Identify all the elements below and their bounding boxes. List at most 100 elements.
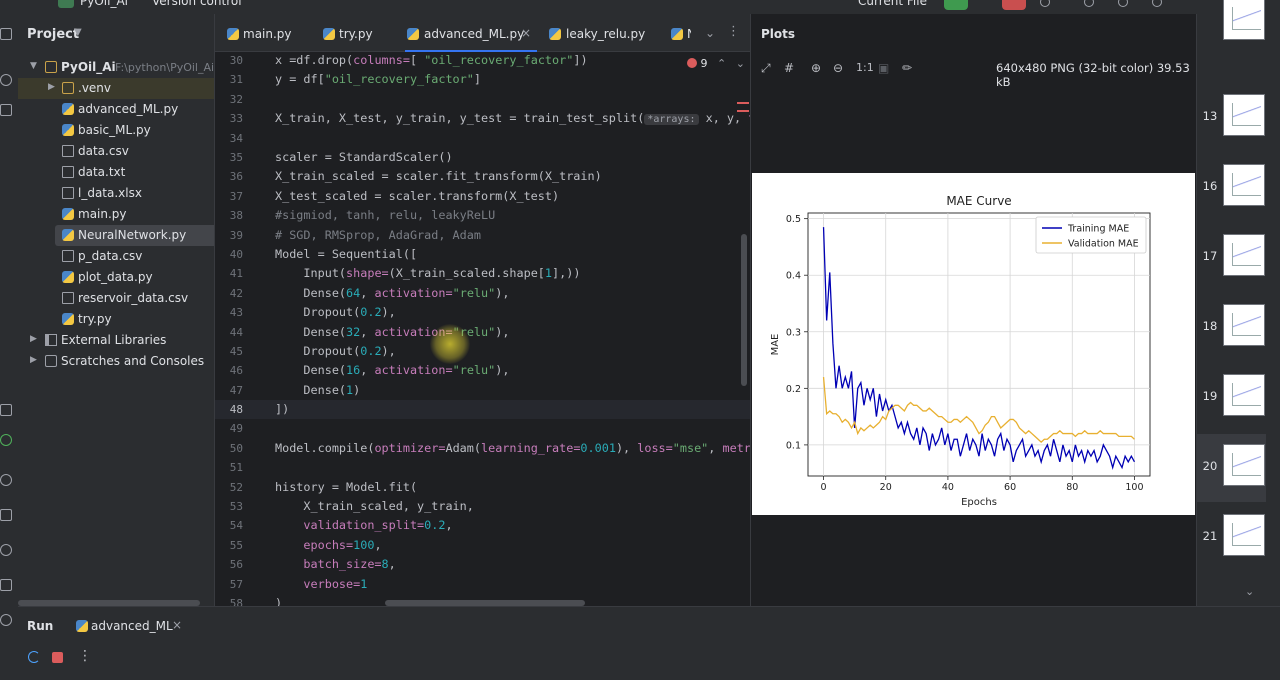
problems-icon[interactable] bbox=[0, 544, 12, 556]
more-actions-icon[interactable]: ⋮ bbox=[78, 648, 92, 664]
code-line[interactable]: X_test_scaled = scaler.transform(X_test) bbox=[275, 189, 559, 203]
tree-item-external-libraries[interactable]: ▶ External Libraries bbox=[18, 330, 214, 351]
more-actions-icon[interactable]: ⋮ bbox=[727, 24, 740, 39]
stop-icon[interactable] bbox=[52, 652, 63, 663]
chevron-down-icon[interactable]: ⌄ bbox=[705, 26, 715, 40]
code-line[interactable]: epochs=100, bbox=[275, 538, 381, 552]
color-picker-icon[interactable]: ✏ bbox=[902, 61, 912, 75]
code-line[interactable]: Input(shape=(X_train_scaled.shape[1],)) bbox=[275, 266, 580, 280]
chevron-right-icon[interactable]: ▶ bbox=[30, 355, 37, 365]
code-line[interactable]: history = Model.fit( bbox=[275, 480, 417, 494]
rerun-icon[interactable] bbox=[28, 651, 40, 663]
git-icon[interactable] bbox=[0, 614, 12, 626]
run-config-selector[interactable]: Current File bbox=[858, 0, 927, 8]
code-line[interactable]: Dropout(0.2), bbox=[275, 344, 395, 358]
chevron-down-icon[interactable]: ⌄ bbox=[736, 57, 745, 70]
project-logo-icon bbox=[58, 0, 74, 8]
code-line[interactable]: y = df["oil_recovery_factor"] bbox=[275, 72, 481, 86]
search-icon[interactable] bbox=[1118, 0, 1128, 7]
chevron-down-icon[interactable]: ⌄ bbox=[1245, 585, 1254, 598]
tree-item-scratches[interactable]: ▶ Scratches and Consoles bbox=[18, 351, 214, 372]
plot-thumbnail-selected[interactable]: 20 bbox=[1197, 434, 1267, 502]
code-line[interactable]: X_train, X_test, y_train, y_test = train… bbox=[275, 111, 777, 125]
project-switcher[interactable]: PyOil_Ai bbox=[80, 0, 128, 8]
tab-advanced-ml-py[interactable]: advanced_ML.py × bbox=[405, 14, 537, 52]
plot-thumbnail[interactable] bbox=[1197, 0, 1267, 56]
inspection-widget[interactable]: 9 ⌃ ⌄ bbox=[687, 57, 745, 70]
y-tick-label: 0.1 bbox=[786, 440, 801, 451]
tree-item[interactable]: main.py bbox=[18, 204, 214, 225]
zoom-out-icon[interactable]: ⊖ bbox=[833, 61, 843, 75]
code-line[interactable]: Dropout(0.2), bbox=[275, 305, 395, 319]
plot-thumbnail[interactable]: 19 bbox=[1197, 364, 1267, 432]
plot-thumbnail[interactable]: 13 bbox=[1197, 84, 1267, 152]
tab-try-py[interactable]: try.py bbox=[323, 14, 393, 52]
zoom-in-icon[interactable]: ⊕ bbox=[811, 61, 821, 75]
code-line[interactable]: scaler = StandardScaler() bbox=[275, 150, 453, 164]
code-line[interactable]: Dense(1) bbox=[275, 383, 360, 397]
grid-icon[interactable]: # bbox=[784, 61, 794, 75]
chevron-down-icon[interactable]: ▼ bbox=[30, 61, 37, 71]
code-line[interactable]: X_train_scaled = scaler.fit_transform(X_… bbox=[275, 169, 602, 183]
tree-item[interactable]: l_data.xlsx bbox=[18, 183, 214, 204]
actual-size-button[interactable]: 1:1 bbox=[856, 61, 874, 74]
more-icon[interactable] bbox=[1040, 0, 1050, 7]
code-line-comment[interactable]: # SGD, RMSprop, AdaGrad, Adam bbox=[275, 228, 481, 242]
editor-vertical-scrollbar[interactable] bbox=[741, 234, 747, 386]
structure-tool-icon[interactable] bbox=[0, 104, 12, 116]
tab-truncated[interactable]: N bbox=[671, 14, 691, 52]
tree-item[interactable]: advanced_ML.py bbox=[18, 99, 214, 120]
code-line-comment[interactable]: #sigmiod, tanh, relu, leakyReLU bbox=[275, 208, 495, 222]
tab-main-py[interactable]: main.py bbox=[227, 14, 307, 52]
chevron-up-icon[interactable]: ⌃ bbox=[717, 57, 726, 70]
code-line[interactable]: ]) bbox=[275, 402, 289, 416]
tree-item[interactable]: data.txt bbox=[18, 162, 214, 183]
services-icon[interactable] bbox=[0, 474, 12, 486]
tree-item[interactable]: try.py bbox=[18, 309, 214, 330]
code-line[interactable]: batch_size=8, bbox=[275, 557, 395, 571]
fit-zoom-icon[interactable]: ⤢ bbox=[761, 61, 771, 76]
project-panel-title[interactable]: Project bbox=[27, 27, 79, 42]
tree-item[interactable]: p_data.csv bbox=[18, 246, 214, 267]
version-control-menu[interactable]: Version control bbox=[152, 0, 242, 8]
code-line[interactable]: Dense(64, activation="relu"), bbox=[275, 286, 509, 300]
code-line[interactable]: Model = Sequential([ bbox=[275, 247, 417, 261]
code-line[interactable]: Dense(32, activation="relu"), bbox=[275, 325, 509, 339]
tree-item[interactable]: data.csv bbox=[18, 141, 214, 162]
chevron-right-icon[interactable]: ▶ bbox=[30, 334, 37, 344]
code-line[interactable]: ) bbox=[275, 596, 282, 606]
tab-leaky-relu-py[interactable]: leaky_relu.py bbox=[549, 14, 649, 52]
plot-thumbnail[interactable]: 18 bbox=[1197, 294, 1267, 362]
stop-button[interactable] bbox=[1002, 0, 1026, 10]
code-line[interactable]: Dense(16, activation="relu"), bbox=[275, 363, 509, 377]
tree-item[interactable]: basic_ML.py bbox=[18, 120, 214, 141]
commit-tool-icon[interactable] bbox=[0, 74, 12, 86]
chevron-down-icon[interactable]: ▼ bbox=[74, 27, 82, 38]
terminal-icon[interactable] bbox=[0, 579, 12, 591]
python-packages-icon[interactable] bbox=[0, 404, 12, 416]
tree-item[interactable]: plot_data.py bbox=[18, 267, 214, 288]
plot-thumbnail[interactable]: 21 bbox=[1197, 504, 1267, 572]
close-tab-icon[interactable]: × bbox=[521, 26, 531, 40]
run-button[interactable] bbox=[944, 0, 968, 10]
code-line[interactable]: verbose=1 bbox=[275, 577, 367, 591]
tree-item[interactable]: reservoir_data.csv bbox=[18, 288, 214, 309]
code-line[interactable]: validation_split=0.2, bbox=[275, 518, 452, 532]
tree-item-selected[interactable]: NeuralNetwork.py bbox=[55, 225, 220, 246]
project-tool-icon[interactable] bbox=[0, 28, 12, 40]
layers-icon[interactable] bbox=[0, 509, 12, 521]
code-line[interactable]: Model.compile(optimizer=Adam(learning_ra… bbox=[275, 441, 765, 455]
background-icon[interactable]: ▣ bbox=[878, 61, 889, 75]
run-tool-icon[interactable] bbox=[0, 434, 12, 446]
plot-thumbnail[interactable]: 16 bbox=[1197, 154, 1267, 222]
plot-image[interactable]: 0 20 40 60 80 100 0.1 0.2 0.3 0.4 0.5 MAE Curve Epoc… bbox=[752, 173, 1195, 515]
code-line[interactable]: X_train_scaled, y_train, bbox=[275, 499, 473, 513]
tree-item[interactable]: ▶ .venv bbox=[18, 78, 214, 99]
code-line[interactable]: x =df.drop(columns=[ "oil_recovery_facto… bbox=[275, 53, 588, 67]
plot-thumbnail[interactable]: 17 bbox=[1197, 224, 1267, 292]
add-user-icon[interactable] bbox=[1084, 0, 1094, 7]
close-tab-icon[interactable]: × bbox=[172, 618, 182, 632]
tree-root[interactable]: ▼ PyOil_Ai F:\python\PyOil_Ai bbox=[18, 57, 214, 78]
settings-icon[interactable] bbox=[1152, 0, 1162, 7]
chevron-right-icon[interactable]: ▶ bbox=[48, 82, 55, 92]
